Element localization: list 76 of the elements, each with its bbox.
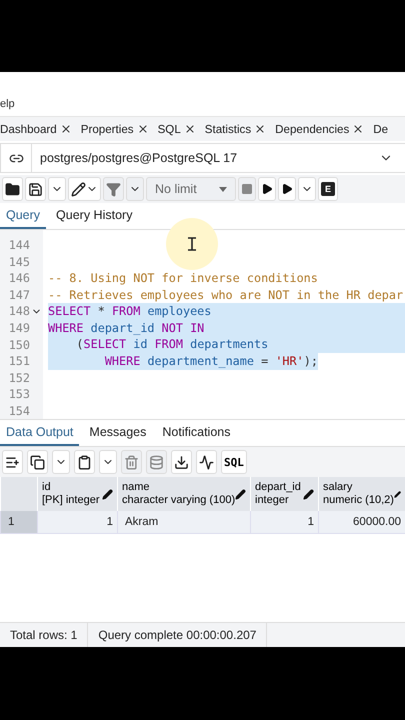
line-graph-icon bbox=[199, 454, 214, 470]
code-line: -- Retrieves employees who are NOT in the HR depar bbox=[48, 286, 404, 304]
menu-item[interactable]: elp bbox=[0, 98, 15, 110]
line-number: 154 bbox=[8, 404, 30, 418]
panel-tab[interactable]: SQL bbox=[158, 122, 196, 136]
edit-icon bbox=[102, 488, 113, 500]
line-number: 153 bbox=[8, 387, 30, 402]
play-icon bbox=[261, 183, 273, 195]
row-count: Total rows: 1 bbox=[0, 623, 88, 647]
line-number: 148 bbox=[8, 304, 30, 318]
play-icon bbox=[281, 183, 293, 195]
delete-button[interactable] bbox=[121, 450, 142, 474]
run-button[interactable] bbox=[258, 177, 276, 201]
edit-button[interactable] bbox=[68, 177, 101, 201]
text-cursor-icon bbox=[166, 218, 218, 270]
line-number: 146 bbox=[8, 271, 30, 286]
line-number: 149 bbox=[8, 321, 30, 336]
table-cell: 1 bbox=[37, 511, 117, 533]
stop-icon bbox=[241, 183, 253, 195]
caret-icon bbox=[219, 186, 227, 192]
explain-button[interactable]: E bbox=[318, 177, 338, 201]
close-icon[interactable] bbox=[60, 123, 72, 135]
table-cell: 1 bbox=[250, 511, 318, 533]
add-row-button[interactable] bbox=[2, 450, 23, 474]
line-number: 152 bbox=[8, 370, 30, 385]
paste-button[interactable] bbox=[74, 450, 95, 474]
limit-dropdown[interactable]: No limit bbox=[146, 177, 236, 201]
open-file-button[interactable] bbox=[2, 177, 23, 201]
close-icon[interactable] bbox=[184, 123, 196, 135]
filter-button[interactable] bbox=[103, 177, 124, 201]
row-number[interactable]: 1 bbox=[0, 511, 37, 533]
line-number: 144 bbox=[8, 238, 30, 252]
copy-icon bbox=[30, 454, 45, 470]
filter-menu-button[interactable] bbox=[126, 177, 144, 201]
close-icon[interactable] bbox=[352, 123, 364, 135]
table-cell: 60000.00 bbox=[318, 511, 405, 533]
paste-menu-button[interactable] bbox=[99, 450, 117, 474]
line-number: 150 bbox=[8, 338, 30, 352]
database-icon bbox=[149, 454, 164, 470]
panel-tab[interactable]: Dependencies bbox=[275, 122, 364, 136]
line-number: 147 bbox=[8, 288, 30, 302]
sql-button[interactable]: SQL bbox=[221, 450, 247, 474]
table-cell: Akram bbox=[117, 511, 250, 533]
status-message: Query complete 00:00:00.207 bbox=[88, 623, 268, 647]
close-icon[interactable] bbox=[136, 123, 149, 135]
graph-button[interactable] bbox=[196, 450, 217, 474]
line-number: 145 bbox=[8, 254, 30, 269]
save-icon bbox=[28, 182, 43, 196]
copy-menu-button[interactable] bbox=[52, 450, 70, 474]
run-script-button[interactable] bbox=[278, 177, 296, 201]
close-icon[interactable] bbox=[254, 123, 266, 135]
edit-icon bbox=[394, 488, 401, 500]
save-button[interactable] bbox=[25, 177, 46, 201]
connection-selector[interactable]: postgres/postgres@PostgreSQL 17 bbox=[0, 143, 405, 173]
edit-icon bbox=[235, 488, 246, 500]
folder-icon bbox=[5, 182, 20, 196]
panel-tab[interactable]: De bbox=[373, 122, 388, 136]
code-line: -- 8. Using NOT for inverse conditions bbox=[48, 270, 318, 287]
output-tab[interactable]: Notifications bbox=[156, 420, 236, 446]
pencil-icon bbox=[71, 182, 86, 196]
edit-icon bbox=[303, 488, 314, 500]
clipboard-icon bbox=[77, 454, 92, 470]
add-row-icon bbox=[5, 454, 20, 470]
panel-tab[interactable]: Statistics bbox=[204, 122, 266, 136]
trash-icon bbox=[124, 454, 139, 470]
filter-icon bbox=[106, 182, 121, 196]
run-menu-button[interactable] bbox=[298, 177, 316, 201]
editor-tab[interactable]: Query History bbox=[50, 203, 138, 229]
download-icon bbox=[174, 454, 189, 470]
panel-tab[interactable]: Dashboard bbox=[0, 122, 72, 136]
download-button[interactable] bbox=[171, 450, 192, 474]
copy-button[interactable] bbox=[27, 450, 48, 474]
save-menu-button[interactable] bbox=[48, 177, 66, 201]
line-number: 151 bbox=[8, 354, 30, 368]
panel-tab[interactable]: Properties bbox=[80, 122, 149, 136]
output-tab[interactable]: Messages bbox=[83, 420, 152, 446]
